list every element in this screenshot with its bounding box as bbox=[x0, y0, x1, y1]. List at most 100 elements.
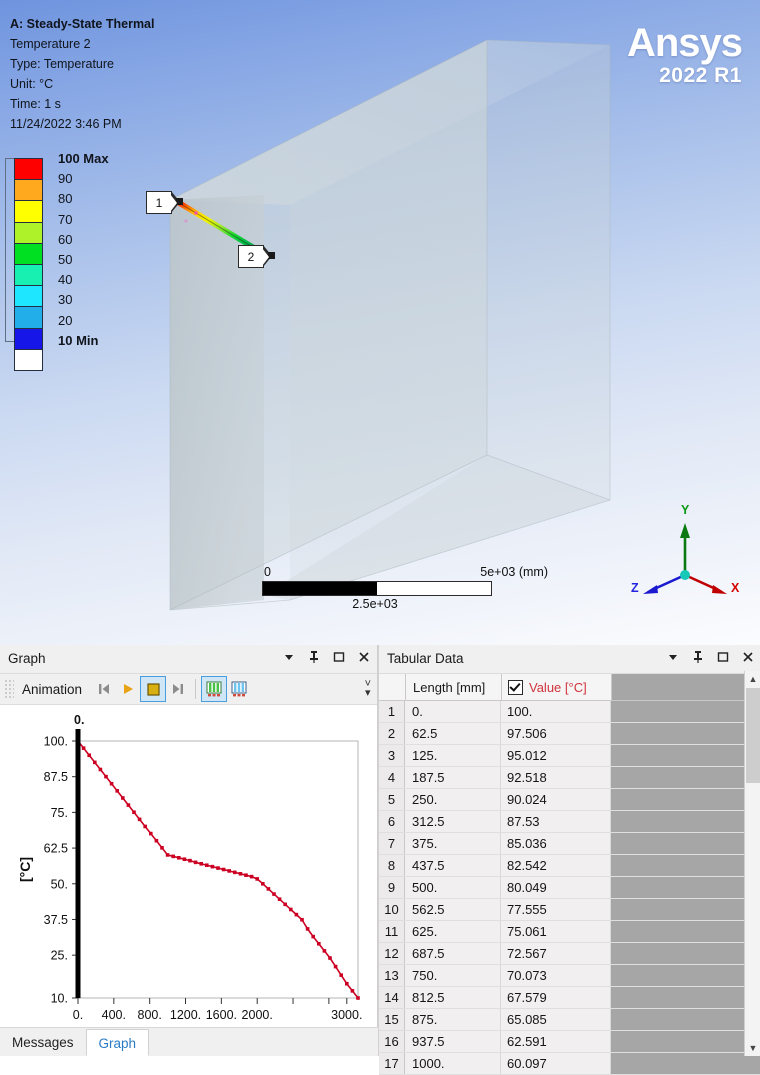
tabular-close-icon[interactable] bbox=[741, 649, 755, 665]
table-cell-empty bbox=[611, 965, 760, 986]
graph-maximize-icon[interactable] bbox=[332, 649, 346, 665]
table-cell-empty bbox=[611, 723, 760, 744]
table-cell-empty bbox=[611, 701, 760, 722]
table-row[interactable]: 5 250. 90.024 bbox=[379, 789, 760, 811]
y-tick-label: 62.5 bbox=[44, 842, 68, 856]
table-cell-length: 875. bbox=[405, 1009, 501, 1030]
table-vertical-scrollbar[interactable]: ▲ ▼ bbox=[744, 671, 760, 1056]
series-point bbox=[126, 803, 131, 807]
tabular-panel-title: Tabular Data bbox=[387, 651, 464, 666]
legend-color-bands[interactable] bbox=[14, 158, 43, 371]
table-cell-value: 70.073 bbox=[501, 965, 611, 986]
table-cell-value: 60.097 bbox=[501, 1053, 611, 1074]
last-frame-button[interactable] bbox=[166, 677, 190, 701]
value-column-checkbox[interactable] bbox=[508, 679, 523, 695]
coordinate-triad[interactable]: Y X Z bbox=[630, 503, 745, 600]
x-tick-label: 2000. bbox=[242, 1008, 273, 1022]
bottom-tab-strip[interactable]: Messages Graph bbox=[0, 1027, 378, 1056]
table-cell-empty bbox=[611, 855, 760, 876]
stop-button[interactable] bbox=[140, 676, 167, 702]
series-point bbox=[339, 973, 343, 977]
graph-dropdown-icon[interactable] bbox=[282, 649, 296, 665]
table-row[interactable]: 3 125. 95.012 bbox=[379, 745, 760, 767]
table-cell-index: 9 bbox=[379, 877, 405, 898]
color-legend[interactable]: 100 Max 90 80 70 60 50 40 30 20 10 Min bbox=[5, 151, 109, 371]
toolbar-overflow-icon[interactable]: ˅ ▾ bbox=[365, 679, 371, 699]
ansys-logo: Ansys 2022 R1 bbox=[627, 22, 743, 88]
table-row[interactable]: 17 1000. 60.097 bbox=[379, 1053, 760, 1075]
table-row[interactable]: 4 187.5 92.518 bbox=[379, 767, 760, 789]
table-cell-length: 625. bbox=[405, 921, 501, 942]
series-point bbox=[87, 753, 91, 758]
row-number-header bbox=[379, 674, 406, 700]
probe-1-point bbox=[176, 198, 183, 205]
series-point bbox=[277, 897, 282, 901]
tabular-maximize-icon[interactable] bbox=[716, 649, 730, 665]
series-point bbox=[238, 871, 243, 876]
legend-label-2: 80 bbox=[58, 191, 73, 207]
toolbar-grip[interactable] bbox=[4, 679, 14, 699]
table-row[interactable]: 6 312.5 87.53 bbox=[379, 811, 760, 833]
series-point bbox=[149, 831, 153, 836]
graph-plot[interactable]: 10. 25. 37.5 50. 62.5 75. 87.5 100. 0. 400. 800. 12… bbox=[0, 705, 377, 1057]
series-point bbox=[350, 989, 355, 993]
probe-annotation-2[interactable]: 2 bbox=[238, 245, 275, 268]
series-point bbox=[328, 956, 332, 960]
series-point bbox=[305, 927, 310, 931]
y-tick-label: 10. bbox=[51, 992, 68, 1006]
legend-bracket bbox=[5, 158, 14, 342]
x-tick-label: 1600. bbox=[206, 1008, 237, 1022]
table-row[interactable]: 12 687.5 72.567 bbox=[379, 943, 760, 965]
play-button[interactable] bbox=[116, 677, 140, 701]
table-body[interactable]: 1 0. 100. 2 62.5 97.506 3 125. 95.012 4 187.5 92.51… bbox=[379, 701, 760, 1075]
table-row[interactable]: 9 500. 80.049 bbox=[379, 877, 760, 899]
table-row[interactable]: 14 812.5 67.579 bbox=[379, 987, 760, 1009]
distributed-bars-green-button[interactable] bbox=[201, 676, 228, 702]
bottom-tab-messages[interactable]: Messages bbox=[0, 1029, 86, 1056]
series-point bbox=[333, 964, 338, 969]
time-marker-label: 0. bbox=[74, 713, 84, 727]
table-row[interactable]: 11 625. 75.061 bbox=[379, 921, 760, 943]
value-column-header[interactable]: Value [°C] bbox=[502, 674, 612, 700]
first-frame-button[interactable] bbox=[92, 677, 116, 701]
table-row[interactable]: 16 937.5 62.591 bbox=[379, 1031, 760, 1053]
tabular-panel-titlebar: Tabular Data bbox=[379, 645, 760, 674]
animation-toolbar[interactable]: Animation ˅ ▾ bbox=[0, 674, 377, 705]
table-cell-value: 67.579 bbox=[501, 987, 611, 1008]
table-cell-empty bbox=[611, 921, 760, 942]
tabular-dropdown-icon[interactable] bbox=[666, 649, 680, 665]
table-row[interactable]: 2 62.5 97.506 bbox=[379, 723, 760, 745]
scale-bar-min: 0 bbox=[264, 565, 271, 579]
scroll-up-icon[interactable]: ▲ bbox=[745, 671, 760, 687]
tabular-pin-icon[interactable] bbox=[691, 649, 705, 665]
graph-pin-icon[interactable] bbox=[307, 649, 321, 665]
table-row[interactable]: 8 437.5 82.542 bbox=[379, 855, 760, 877]
series-point bbox=[266, 887, 271, 891]
length-column-header[interactable]: Length [mm] bbox=[406, 674, 502, 700]
legend-label-4: 60 bbox=[58, 231, 73, 247]
table-row[interactable]: 13 750. 70.073 bbox=[379, 965, 760, 987]
series-point bbox=[205, 863, 209, 868]
toolbar-separator bbox=[195, 679, 197, 699]
table-row[interactable]: 1 0. 100. bbox=[379, 701, 760, 723]
ansys-release-text: 2022 R1 bbox=[659, 64, 742, 87]
table-row[interactable]: 15 875. 65.085 bbox=[379, 1009, 760, 1031]
scroll-down-icon[interactable]: ▼ bbox=[745, 1040, 760, 1056]
3d-viewport[interactable]: A: Steady-State Thermal Temperature 2 Ty… bbox=[0, 0, 760, 645]
scrollbar-thumb[interactable] bbox=[746, 688, 760, 783]
tabular-data-panel: Tabular Data Length [mm] Value [°C] 1 0.… bbox=[378, 645, 760, 1075]
table-cell-value: 80.049 bbox=[501, 877, 611, 898]
table-cell-length: 500. bbox=[405, 877, 501, 898]
distributed-bars-blue-button[interactable] bbox=[227, 677, 251, 701]
series-point bbox=[177, 855, 181, 860]
table-row[interactable]: 7 375. 85.036 bbox=[379, 833, 760, 855]
series-point bbox=[143, 824, 147, 829]
graph-close-icon[interactable] bbox=[357, 649, 371, 665]
table-row[interactable]: 10 562.5 77.555 bbox=[379, 899, 760, 921]
table-cell-empty bbox=[611, 1031, 760, 1052]
probe-2-point bbox=[268, 252, 275, 259]
bottom-tab-graph[interactable]: Graph bbox=[85, 1029, 150, 1056]
table-cell-length: 812.5 bbox=[405, 987, 501, 1008]
legend-labels: 100 Max 90 80 70 60 50 40 30 20 10 Min bbox=[58, 149, 109, 351]
probe-annotation-1[interactable]: 1 bbox=[146, 191, 183, 214]
